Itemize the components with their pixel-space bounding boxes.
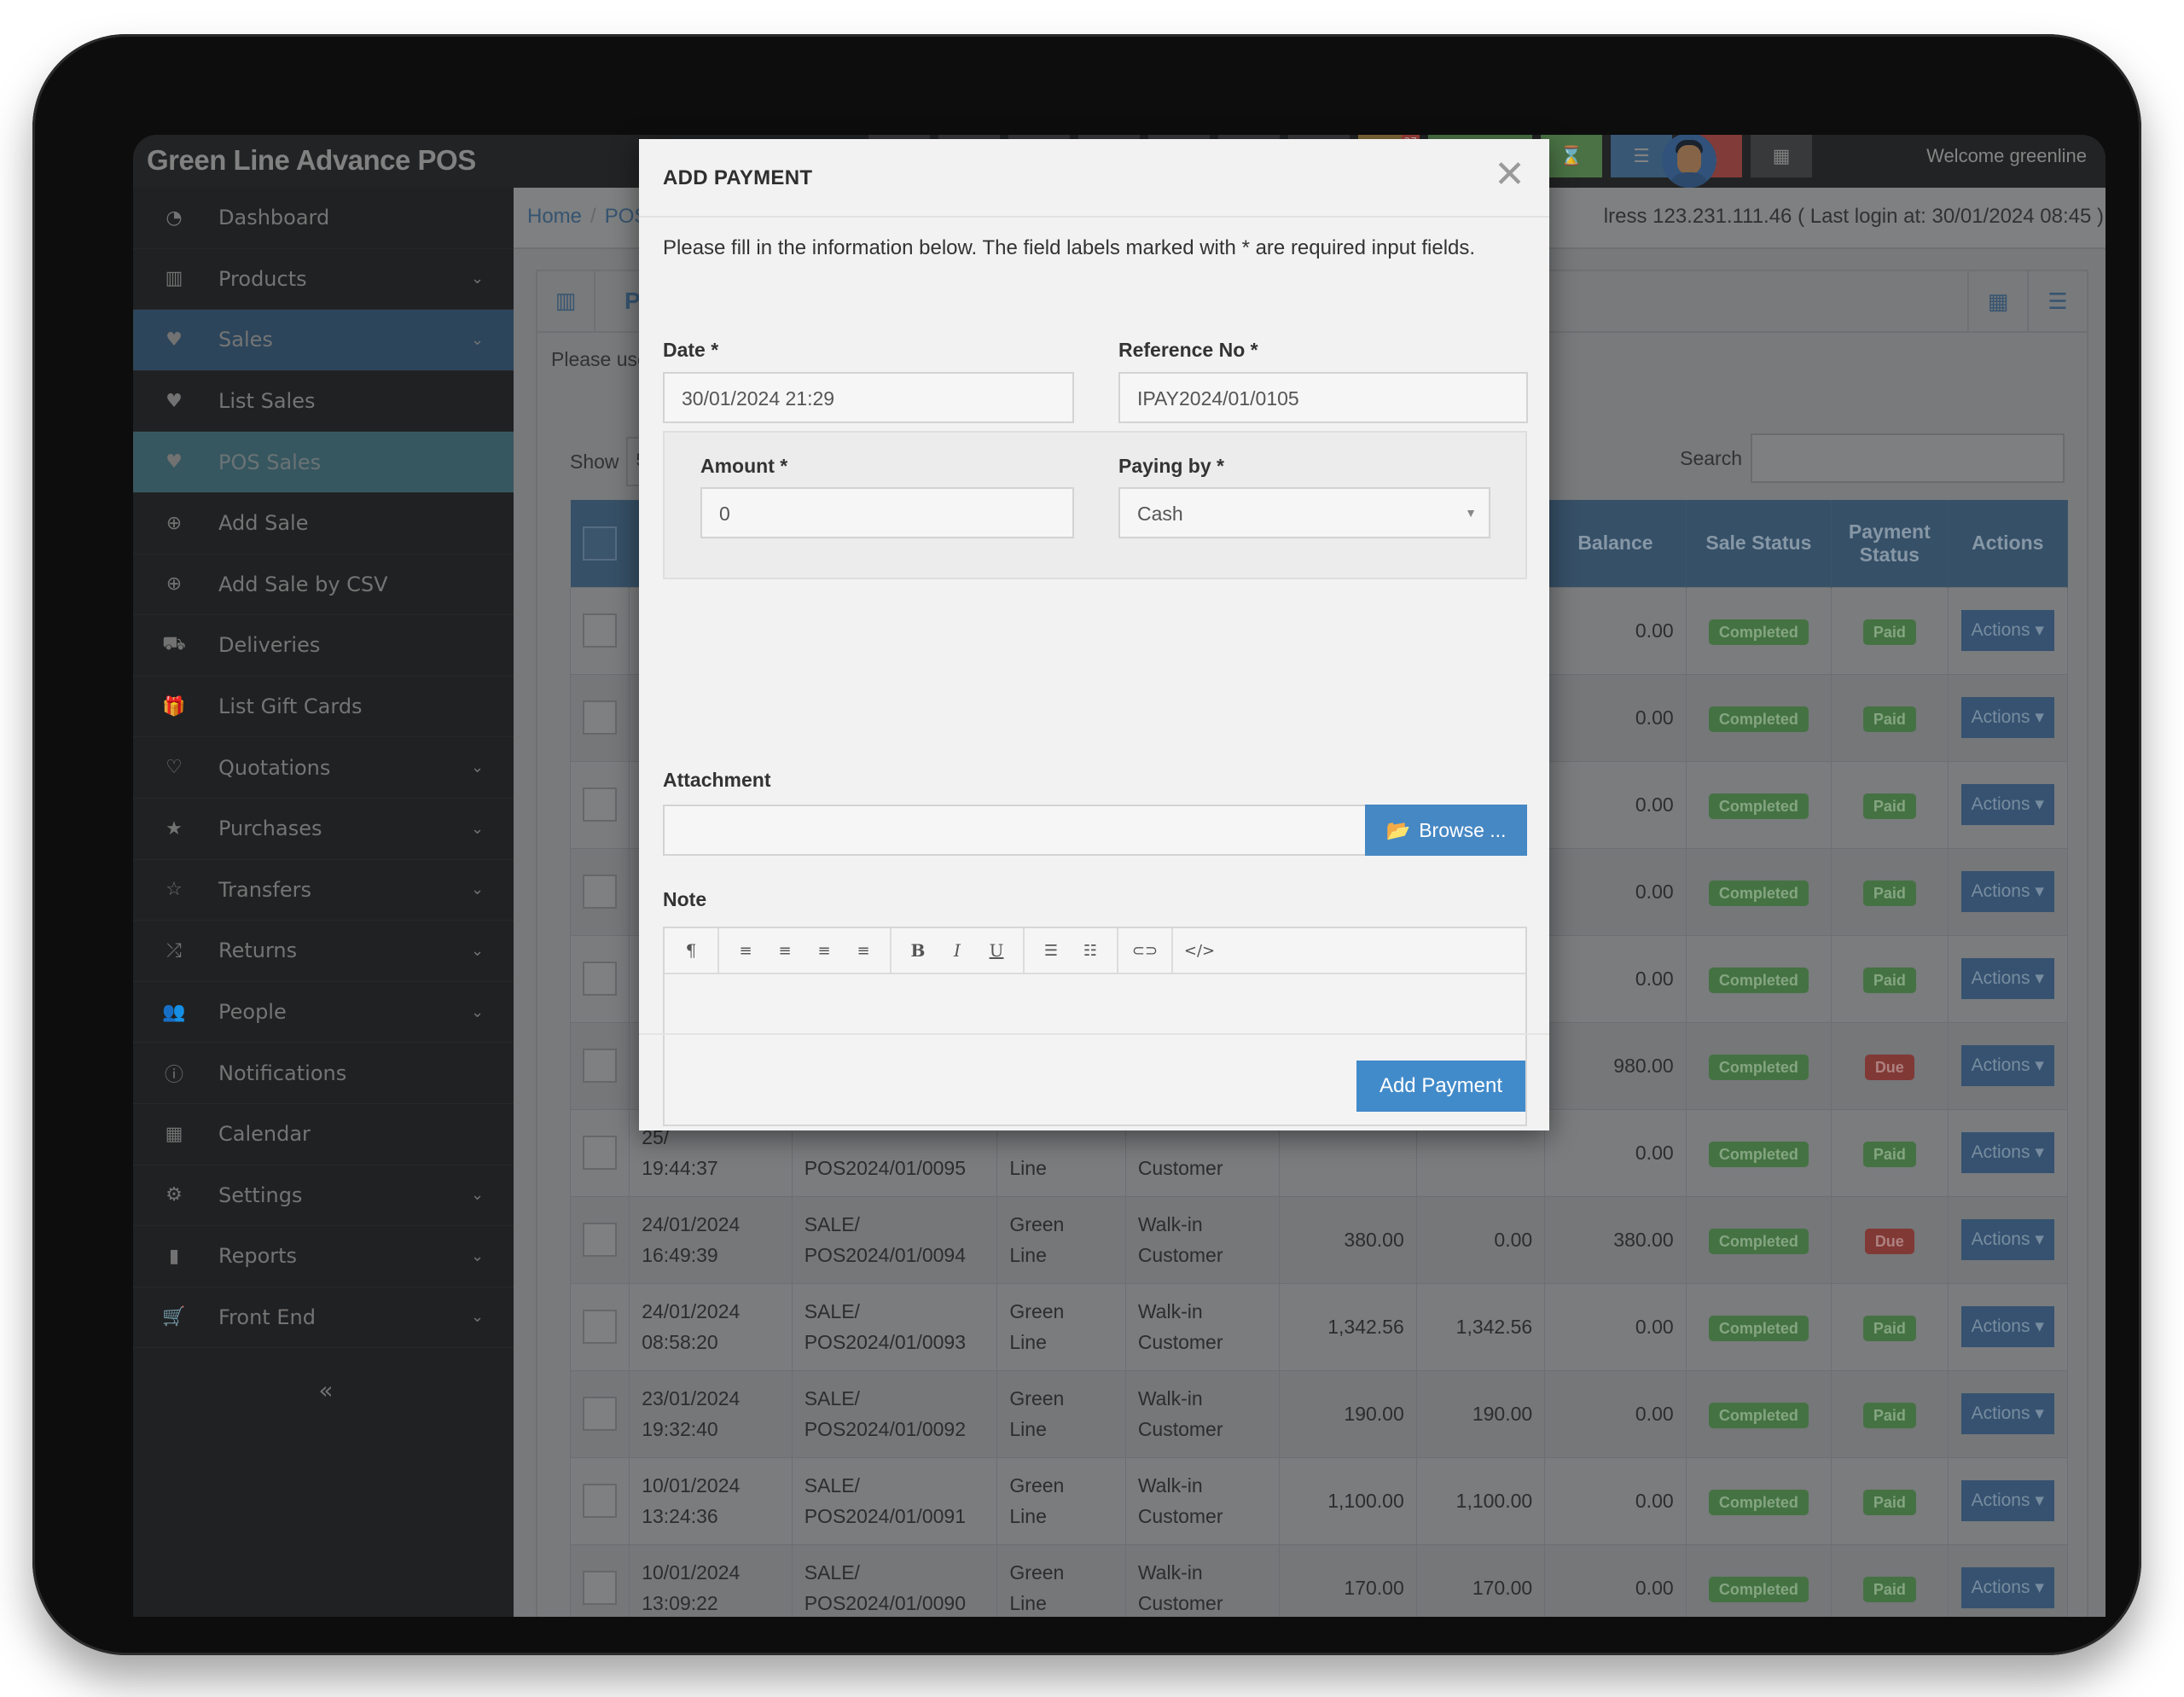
editor-toolbar-group: ≡ ≡ ≡ ≡ bbox=[719, 928, 892, 973]
editor-toolbar-group: ¶ bbox=[665, 928, 719, 973]
editor-toolbar: ¶ ≡ ≡ ≡ ≡ B I U ☰ ☷ ⊂⊃ </> bbox=[665, 928, 1525, 974]
modal-header: ADD PAYMENT ✕ bbox=[639, 139, 1549, 218]
date-input[interactable]: 30/01/2024 21:29 bbox=[663, 372, 1074, 423]
modal-body: Please fill in the information below. Th… bbox=[663, 233, 1528, 1126]
modal-title: ADD PAYMENT bbox=[663, 166, 813, 189]
date-label: Date * bbox=[663, 339, 719, 361]
align-justify-icon[interactable]: ≡ bbox=[844, 942, 883, 960]
modal-footer: Add Payment bbox=[639, 1033, 1549, 1130]
link-icon[interactable]: ⊂⊃ bbox=[1125, 942, 1165, 960]
amount-label: Amount * bbox=[700, 455, 788, 477]
tablet-frame: Green Line Advance POS ◔🛒⚙▦▤∃✚⚠27▦POS⌛☰✎… bbox=[32, 34, 2141, 1655]
add-payment-button[interactable]: Add Payment bbox=[1356, 1061, 1525, 1112]
folder-open-icon: 📂 bbox=[1385, 818, 1411, 841]
unordered-list-icon[interactable]: ☰ bbox=[1031, 942, 1071, 960]
reference-label: Reference No * bbox=[1118, 339, 1258, 361]
align-right-icon[interactable]: ≡ bbox=[804, 942, 844, 960]
attachment-label: Attachment bbox=[663, 769, 771, 791]
amount-input[interactable]: 0 bbox=[700, 487, 1074, 538]
browse-label: Browse ... bbox=[1419, 818, 1507, 841]
paying-by-label: Paying by * bbox=[1118, 455, 1224, 477]
modal-intro: Please fill in the information below. Th… bbox=[663, 236, 1476, 259]
payment-well: Amount * 0 Paying by * Cash ▼ bbox=[663, 431, 1527, 579]
bold-icon[interactable]: B bbox=[898, 940, 938, 961]
editor-toolbar-group: BIU bbox=[892, 928, 1025, 973]
editor-toolbar-group: ⊂⊃ bbox=[1118, 928, 1173, 973]
add-payment-modal: ADD PAYMENT ✕ Please fill in the informa… bbox=[639, 139, 1549, 1130]
code-view-icon[interactable]: </> bbox=[1180, 942, 1219, 960]
editor-toolbar-group: ☰ ☷ bbox=[1025, 928, 1118, 973]
editor-toolbar-group: </> bbox=[1173, 928, 1226, 973]
close-icon[interactable]: ✕ bbox=[1494, 156, 1525, 194]
paragraph-format-icon[interactable]: ¶ bbox=[671, 940, 711, 961]
attachment-input[interactable] bbox=[663, 805, 1367, 856]
paying-by-value: Cash bbox=[1137, 503, 1183, 525]
browse-button[interactable]: 📂 Browse ... bbox=[1365, 805, 1527, 856]
italic-icon[interactable]: I bbox=[938, 940, 977, 961]
note-label: Note bbox=[663, 888, 707, 910]
align-center-icon[interactable]: ≡ bbox=[765, 942, 804, 960]
align-left-icon[interactable]: ≡ bbox=[726, 942, 765, 960]
paying-by-select[interactable]: Cash ▼ bbox=[1118, 487, 1490, 538]
reference-input[interactable]: IPAY2024/01/0105 bbox=[1118, 372, 1528, 423]
caret-down-icon: ▼ bbox=[1465, 506, 1477, 520]
ordered-list-icon[interactable]: ☷ bbox=[1071, 942, 1110, 960]
underline-icon[interactable]: U bbox=[977, 940, 1016, 961]
